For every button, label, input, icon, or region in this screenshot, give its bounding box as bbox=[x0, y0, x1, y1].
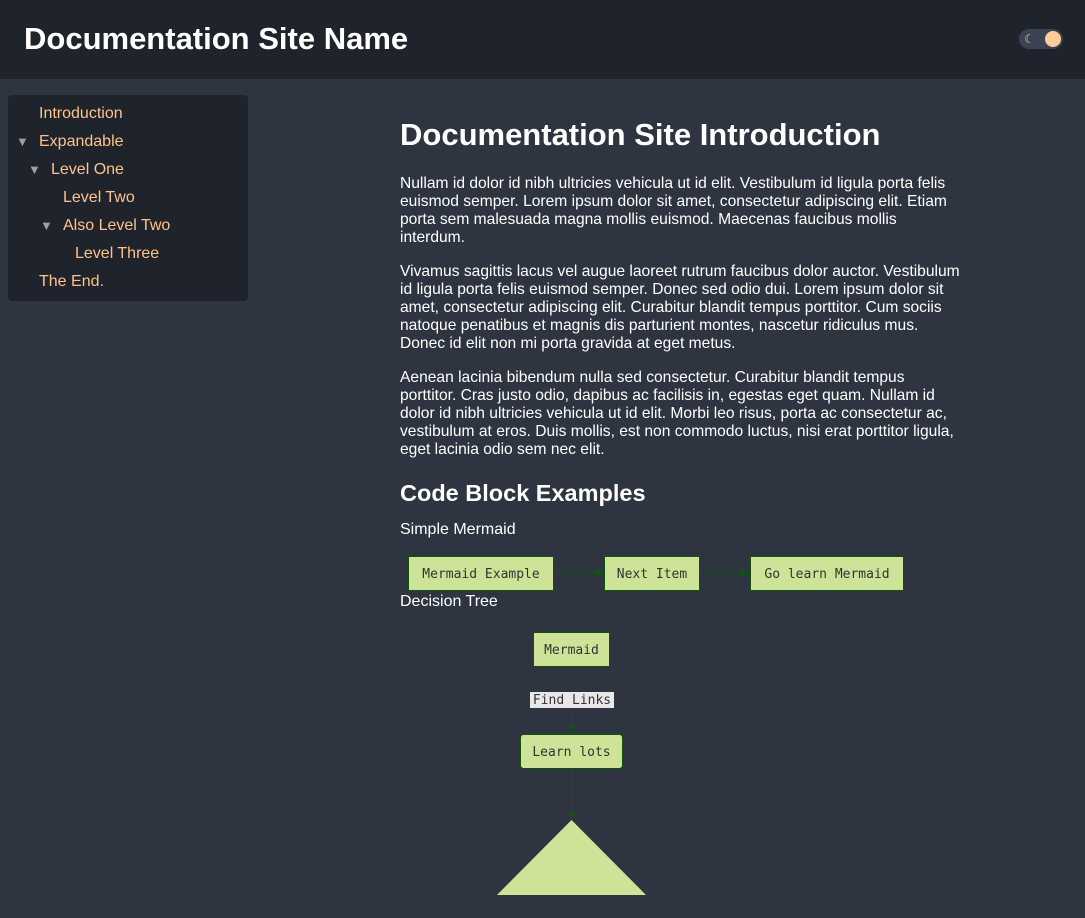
node-label: Go learn Mermaid bbox=[764, 567, 889, 582]
page-title: Documentation Site Introduction bbox=[400, 117, 881, 152]
decision-tree-diagram: Mermaid Find Links Learn lots bbox=[497, 632, 646, 895]
sidebar-item-level-one[interactable]: Level One bbox=[51, 160, 124, 180]
paragraph: Nullam id dolor id nibh ultricies vehicu… bbox=[400, 175, 947, 246]
node-label: Next Item bbox=[617, 567, 688, 582]
sidebar-item-introduction[interactable]: Introduction bbox=[39, 104, 123, 124]
flow-node: Next Item bbox=[604, 556, 700, 591]
sidebar-item-level-three[interactable]: Level Three bbox=[75, 244, 159, 264]
node-label: Learn lots bbox=[532, 745, 610, 760]
paragraph: Aenean lacinia bibendum nulla sed consec… bbox=[400, 369, 954, 458]
sidebar-item-level-two[interactable]: Level Two bbox=[63, 188, 135, 208]
edge-label-text: Find Links bbox=[533, 693, 611, 708]
theme-toggle[interactable]: ☾ bbox=[1019, 29, 1063, 49]
decision-diamond-node bbox=[497, 820, 646, 895]
expand-arrow-icon[interactable]: ▼ bbox=[28, 160, 41, 180]
toggle-knob bbox=[1045, 31, 1061, 47]
site-header: Documentation Site Name ☾ bbox=[0, 0, 1085, 79]
expand-arrow-icon[interactable]: ▼ bbox=[16, 132, 29, 152]
flow-node: Mermaid Example bbox=[408, 556, 554, 591]
sidebar-item-the-end[interactable]: The End. bbox=[39, 272, 104, 292]
tree-node-child: Learn lots bbox=[520, 734, 623, 769]
main-content: Documentation Site Introduction Nullam i… bbox=[400, 116, 965, 902]
moon-icon: ☾ bbox=[1024, 32, 1035, 46]
sidebar-nav: Introduction ▼ Expandable ▼ Level One Le… bbox=[8, 95, 248, 301]
sidebar-item-also-level-two[interactable]: Also Level Two bbox=[63, 216, 170, 236]
paragraph: Vivamus sagittis lacus vel augue laoreet… bbox=[400, 263, 960, 352]
node-label: Mermaid Example bbox=[422, 567, 540, 582]
diagram-caption: Decision Tree bbox=[400, 593, 498, 610]
node-label: Mermaid bbox=[544, 643, 599, 658]
diagram-caption: Simple Mermaid bbox=[400, 521, 516, 538]
expand-arrow-icon[interactable]: ▼ bbox=[40, 216, 53, 236]
edge-label: Find Links bbox=[530, 692, 614, 708]
simple-mermaid-diagram: Mermaid Example Next Item Go learn Merma… bbox=[408, 556, 904, 591]
tree-node-root: Mermaid bbox=[533, 632, 610, 667]
flow-node: Go learn Mermaid bbox=[750, 556, 904, 591]
sidebar-item-expandable[interactable]: Expandable bbox=[39, 132, 124, 152]
section-title: Code Block Examples bbox=[400, 480, 646, 506]
site-title[interactable]: Documentation Site Name bbox=[24, 20, 408, 58]
